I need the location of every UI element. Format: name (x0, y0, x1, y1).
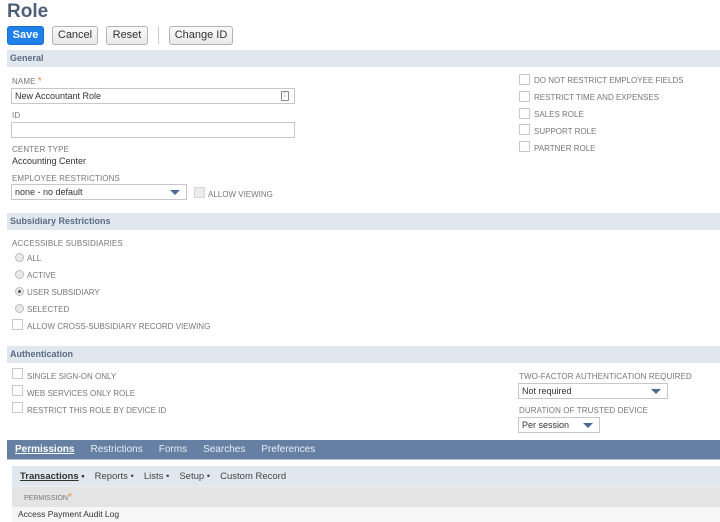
cross-subsidiary-checkbox[interactable] (12, 319, 23, 330)
name-input[interactable]: New Accountant Role ⁞ (11, 88, 295, 104)
subtab-separator: • (130, 470, 134, 482)
subtab-reports-label: Reports (94, 470, 128, 482)
single-sign-on-checkbox[interactable] (12, 368, 23, 379)
required-marker: * (37, 76, 42, 87)
support-role-checkbox[interactable] (519, 124, 530, 135)
name-label: NAME * (12, 76, 42, 87)
toolbar-divider (158, 26, 159, 44)
trusted-device-value: Per session (522, 420, 570, 430)
employee-restrictions-value: none - no default (15, 187, 83, 197)
partner-role-checkbox[interactable] (519, 141, 530, 152)
support-role-label: SUPPORT ROLE (534, 127, 597, 136)
field-help-icon[interactable]: ⁞ (281, 91, 289, 101)
accessible-subsidiaries-label: ACCESSIBLE SUBSIDIARIES (12, 239, 123, 248)
web-services-only-label: WEB SERVICES ONLY ROLE (27, 389, 136, 398)
subtab-custom-record[interactable]: Custom Record (220, 471, 286, 482)
radio-selected-label: SELECTED (27, 305, 70, 314)
required-marker: * (67, 492, 72, 503)
trusted-device-select[interactable]: Per session (518, 417, 600, 433)
do-not-restrict-employee-fields-checkbox[interactable] (519, 74, 530, 85)
reset-button[interactable]: Reset (106, 25, 148, 45)
radio-all[interactable] (15, 253, 24, 262)
tab-searches[interactable]: Searches (203, 444, 245, 455)
subtab-lists-label: Lists (143, 470, 164, 482)
partner-role-label: PARTNER ROLE (534, 144, 596, 153)
do-not-restrict-employee-fields-label: DO NOT RESTRICT EMPLOYEE FIELDS (534, 76, 684, 85)
two-factor-select[interactable]: Not required (518, 383, 668, 399)
tab-preferences[interactable]: Preferences (261, 444, 315, 455)
subtab-setup-label: Setup (179, 470, 205, 482)
subtab-setup[interactable]: Setup • (179, 471, 210, 482)
chevron-down-icon (170, 190, 180, 195)
page-title: Role (7, 1, 49, 22)
subtab-separator: • (81, 470, 85, 482)
table-row[interactable]: Access Payment Audit Log (12, 507, 720, 522)
permission-column-header: PERMISSION* (12, 486, 720, 507)
cross-subsidiary-label: ALLOW CROSS-SUBSIDIARY RECORD VIEWING (27, 322, 211, 331)
name-input-value: New Accountant Role (15, 91, 102, 101)
name-label-text: NAME (12, 77, 36, 86)
radio-all-label: ALL (27, 254, 42, 263)
save-button[interactable]: Save (7, 25, 44, 45)
chevron-down-icon (583, 423, 593, 428)
tab-forms[interactable]: Forms (159, 444, 187, 455)
id-input[interactable] (11, 122, 295, 138)
center-type-label: CENTER TYPE (12, 145, 69, 154)
subtab-separator: • (166, 470, 170, 482)
web-services-only-checkbox[interactable] (12, 385, 23, 396)
subtab-transactions[interactable]: Transactions • (20, 471, 85, 482)
section-header-general: General (7, 50, 720, 67)
section-header-authentication: Authentication (7, 346, 720, 363)
restrict-device-id-label: RESTRICT THIS ROLE BY DEVICE ID (27, 406, 167, 415)
center-type-value: Accounting Center (12, 156, 87, 166)
radio-selected[interactable] (15, 304, 24, 313)
restrict-time-expenses-label: RESTRICT TIME AND EXPENSES (534, 93, 660, 102)
cancel-button[interactable]: Cancel (52, 25, 98, 45)
single-sign-on-label: SINGLE SIGN-ON ONLY (27, 372, 117, 381)
toolbar: Save Cancel Reset Change ID (7, 25, 241, 45)
employee-restrictions-label: EMPLOYEE RESTRICTIONS (12, 174, 120, 183)
sales-role-label: SALES ROLE (534, 110, 584, 119)
permission-header-text: PERMISSION (24, 495, 68, 502)
allow-viewing-label: ALLOW VIEWING (208, 190, 273, 199)
main-tabs: Permissions Restrictions Forms Searches … (7, 440, 720, 460)
id-label: ID (12, 111, 21, 120)
subtab-reports[interactable]: Reports • (95, 471, 134, 482)
subtab-lists[interactable]: Lists • (144, 471, 170, 482)
subtab-transactions-label: Transactions (20, 470, 79, 482)
sales-role-checkbox[interactable] (519, 108, 530, 119)
radio-user-subsidiary[interactable] (15, 287, 24, 296)
tab-restrictions[interactable]: Restrictions (90, 444, 142, 455)
two-factor-value: Not required (522, 386, 572, 396)
employee-restrictions-select[interactable]: none - no default (11, 184, 187, 200)
tab-permissions[interactable]: Permissions (15, 444, 74, 455)
radio-active-label: ACTIVE (27, 271, 56, 280)
two-factor-label: TWO-FACTOR AUTHENTICATION REQUIRED (519, 372, 692, 381)
subtab-separator: • (206, 470, 211, 482)
restrict-device-id-checkbox[interactable] (12, 402, 23, 413)
radio-user-subsidiary-label: USER SUBSIDIARY (27, 288, 100, 297)
radio-active[interactable] (15, 270, 24, 279)
trusted-device-label: DURATION OF TRUSTED DEVICE (519, 406, 648, 415)
chevron-down-icon (651, 389, 661, 394)
allow-viewing-checkbox[interactable] (194, 187, 205, 198)
change-id-button[interactable]: Change ID (169, 25, 233, 45)
restrict-time-expenses-checkbox[interactable] (519, 91, 530, 102)
subtab-custom-record-label: Custom Record (220, 470, 287, 482)
section-header-subsidiary: Subsidiary Restrictions (7, 213, 720, 230)
permission-subtabs: Transactions • Reports • Lists • Setup •… (12, 466, 720, 486)
